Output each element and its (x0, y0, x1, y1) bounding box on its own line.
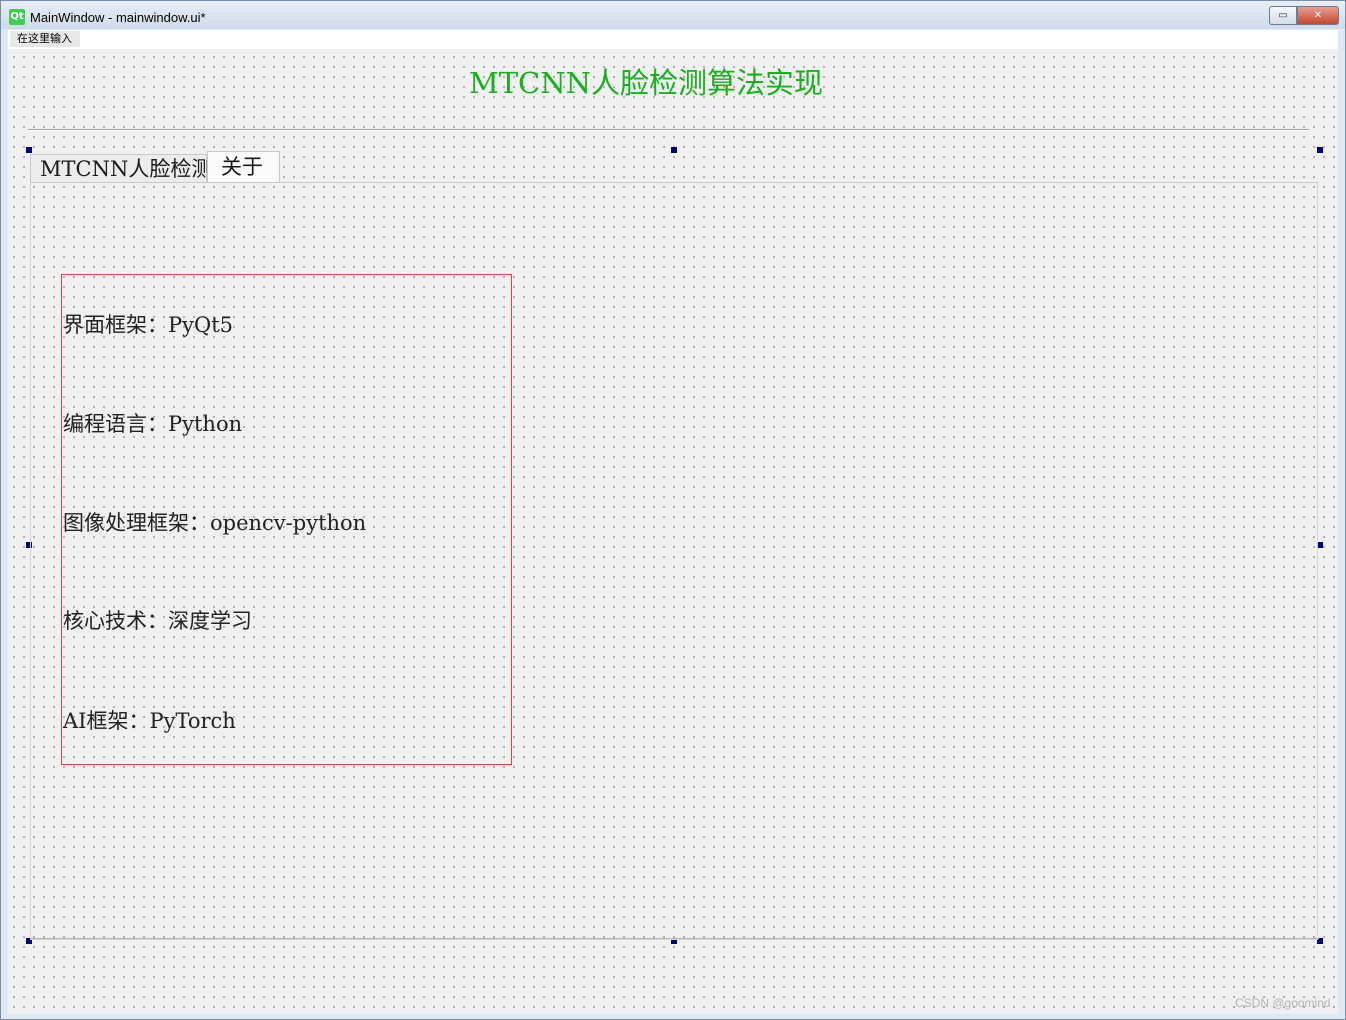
minimize-button[interactable]: ▭ (1269, 6, 1297, 25)
selection-handle-top-right[interactable] (1317, 147, 1323, 153)
info-line-language: 编程语言：Python (63, 412, 243, 436)
page-title: MTCNN人脸检测算法实现 (469, 66, 823, 100)
tab-about[interactable]: 关于 (207, 151, 280, 183)
minimize-icon: ▭ (1278, 10, 1288, 21)
title-bar[interactable]: Qt MainWindow - mainwindow.ui* ▭ ✕ (1, 1, 1345, 29)
tab-mtcnn-face-detection[interactable]: MTCNN人脸检测 (30, 154, 212, 183)
window-controls: ▭ ✕ (1269, 6, 1339, 25)
watermark-text: CSDN @goomind (1235, 996, 1331, 1010)
info-line-ui-framework: 界面框架：PyQt5 (63, 313, 234, 337)
horizontal-divider (28, 129, 1309, 131)
menu-type-here-item[interactable]: 在这里输入 (10, 31, 80, 47)
about-info-frame[interactable]: 界面框架：PyQt5 编程语言：Python 图像处理框架：opencv-pyt… (61, 274, 512, 765)
close-icon: ✕ (1313, 10, 1323, 21)
designer-canvas[interactable]: 在这里输入 MTCNN人脸检测算法实现 MTCNN人脸检测 关于 界面框架：Py… (8, 30, 1338, 1014)
window-title: MainWindow - mainwindow.ui* (30, 10, 206, 25)
close-button[interactable]: ✕ (1297, 6, 1339, 25)
info-line-core-tech: 核心技术：深度学习 (63, 609, 252, 633)
menu-bar: 在这里输入 (8, 30, 1338, 49)
qt-logo-icon: Qt (9, 9, 25, 25)
selection-handle-top-left[interactable] (26, 147, 32, 153)
info-line-image-framework: 图像处理框架：opencv-python (63, 511, 367, 535)
info-line-ai-framework: AI框架：PyTorch (63, 709, 236, 733)
main-window: Qt MainWindow - mainwindow.ui* ▭ ✕ 在这里输入… (0, 0, 1346, 1020)
selection-handle-top-center[interactable] (671, 147, 677, 153)
bottom-divider (30, 938, 1319, 939)
